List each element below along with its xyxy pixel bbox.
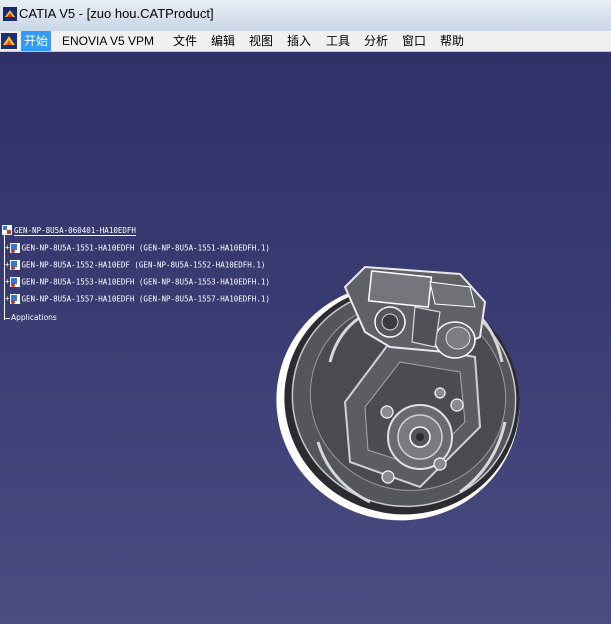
tree-connector — [4, 318, 10, 319]
menu-window[interactable]: 窗口 — [399, 31, 429, 51]
tree-child-node[interactable]: + GEN-NP-8U5A-1551-HA10EDFH (GEN-NP-8U5A… — [5, 243, 270, 253]
catia-document-icon[interactable] — [1, 33, 17, 49]
tree-child-node[interactable]: + GEN-NP-8U5A-1553-HA10EDFH (GEN-NP-8U5A… — [5, 277, 270, 287]
window-titlebar[interactable]: CATIA V5 - [zuo hou.CATProduct] — [0, 0, 611, 32]
tree-root-node[interactable]: GEN-NP-8U5A-060401-HA10EDFH — [2, 225, 136, 236]
menu-help[interactable]: 帮助 — [437, 31, 467, 51]
menu-insert[interactable]: 插入 — [284, 31, 314, 51]
product-icon — [2, 225, 12, 235]
menu-tools[interactable]: 工具 — [323, 31, 353, 51]
catia-logo-icon — [3, 7, 17, 21]
window-title: CATIA V5 - [zuo hou.CATProduct] — [19, 6, 214, 21]
menu-enovia[interactable]: ENOVIA V5 VPM — [59, 31, 157, 51]
3d-viewport[interactable]: GEN-NP-8U5A-060401-HA10EDFH + GEN-NP-8U5… — [0, 52, 611, 624]
tree-applications-node[interactable]: Applications — [11, 313, 57, 322]
tree-child-node[interactable]: + GEN-NP-8U5A-1552-HA10EDF (GEN-NP-8U5A-… — [5, 260, 265, 270]
menu-analysis[interactable]: 分析 — [361, 31, 391, 51]
menu-edit[interactable]: 编辑 — [208, 31, 238, 51]
part-icon — [9, 243, 20, 253]
menu-start[interactable]: 开始 — [21, 31, 52, 51]
menu-view[interactable]: 视图 — [246, 31, 276, 51]
menu-bar: 开始 ENOVIA V5 VPM 文件 编辑 视图 插入 工具 分析 窗口 帮助 — [0, 31, 611, 52]
part-icon — [9, 277, 20, 287]
part-icon — [9, 294, 20, 304]
tree-child-node[interactable]: + GEN-NP-8U5A-1557-HA10EDFH (GEN-NP-8U5A… — [5, 294, 270, 304]
part-icon — [9, 260, 20, 270]
brake-disc-assembly-model[interactable] — [270, 212, 540, 522]
menu-file[interactable]: 文件 — [170, 31, 200, 51]
